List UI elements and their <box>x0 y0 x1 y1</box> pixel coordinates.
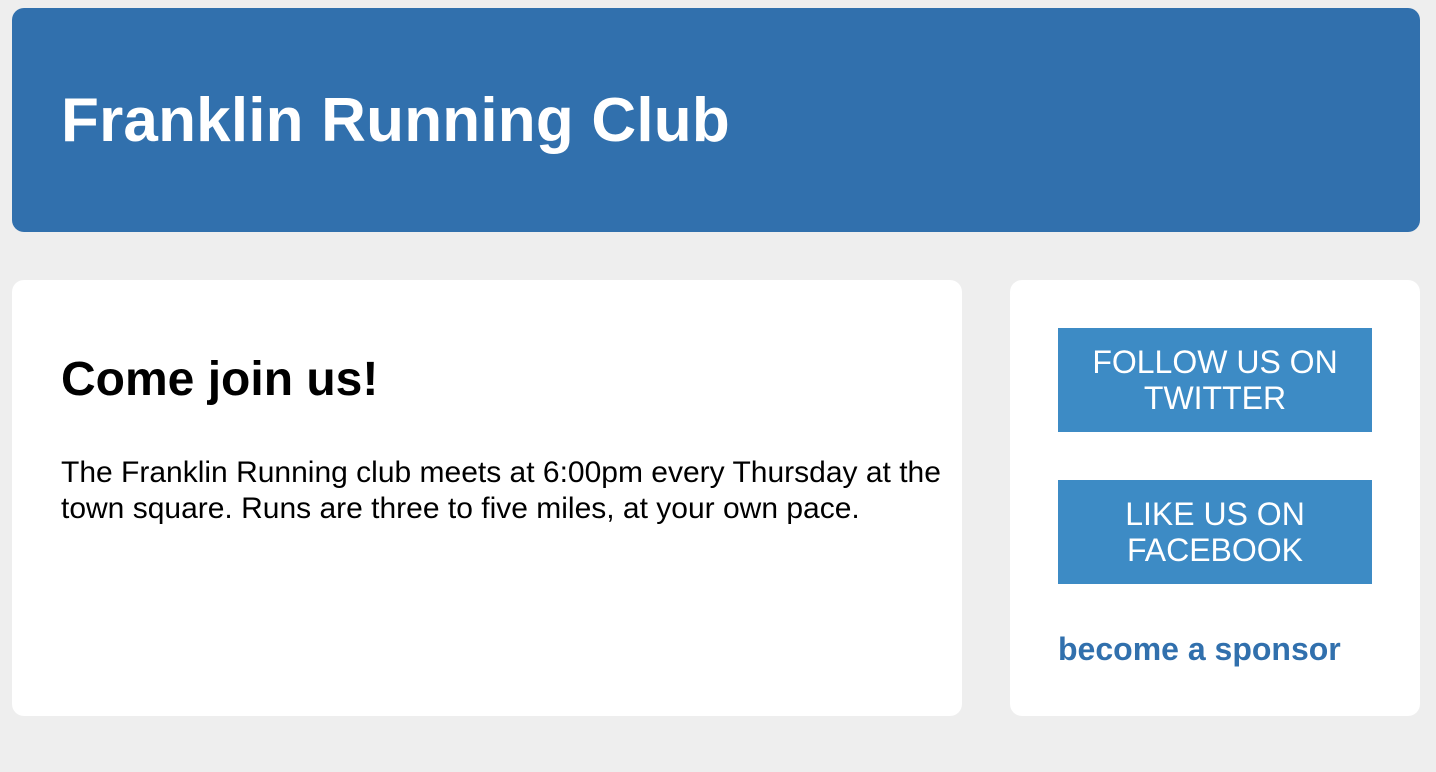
follow-twitter-button[interactable]: FOLLOW US ON TWITTER <box>1058 328 1372 432</box>
social-sidebar: FOLLOW US ON TWITTER LIKE US ON FACEBOOK… <box>1010 280 1420 716</box>
like-facebook-button[interactable]: LIKE US ON FACEBOOK <box>1058 480 1372 584</box>
meeting-description: The Franklin Running club meets at 6:00p… <box>61 456 941 525</box>
become-sponsor-link[interactable]: become a sponsor <box>1058 629 1341 669</box>
follow-twitter-button-label: FOLLOW US ON TWITTER <box>1092 344 1338 416</box>
like-facebook-button-label: LIKE US ON FACEBOOK <box>1125 496 1305 568</box>
site-header: Franklin Running Club <box>12 8 1420 232</box>
site-title: Franklin Running Club <box>61 86 730 155</box>
main-heading: Come join us! <box>61 353 379 406</box>
main-content-card: Come join us! The Franklin Running club … <box>12 280 962 716</box>
